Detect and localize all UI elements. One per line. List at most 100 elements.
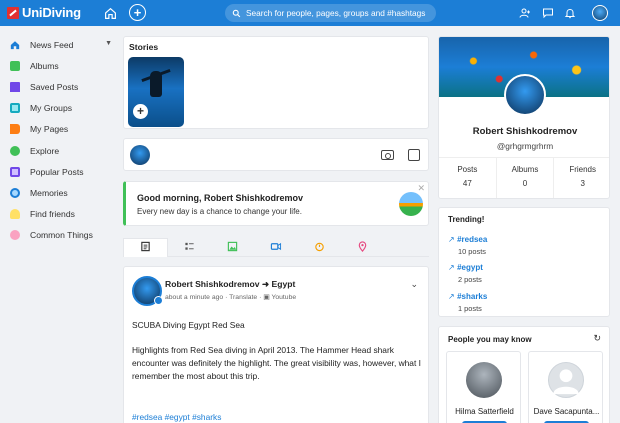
sidebar-item-label: Albums: [30, 60, 59, 71]
trending-count: 10 posts: [458, 247, 486, 256]
post-options-chevron-icon[interactable]: ⌄: [410, 279, 418, 290]
sidebar-item-albums[interactable]: Albums: [0, 55, 120, 76]
avatar[interactable]: [548, 362, 584, 398]
sidebar-item-saved-posts[interactable]: Saved Posts: [0, 76, 120, 97]
stat-label: Albums: [511, 165, 539, 174]
arrow-right-icon: ➜: [261, 279, 270, 289]
document-icon: [10, 166, 20, 177]
trending-item[interactable]: ↗ #redsea 10 posts: [448, 234, 487, 256]
friend-requests-icon[interactable]: [517, 5, 533, 21]
sidebar-item-label: News Feed: [30, 39, 74, 50]
tab-location[interactable]: [357, 241, 369, 253]
post-body-line: encounter was definitely the highlight. …: [132, 358, 421, 368]
trending-item[interactable]: ↗ #sharks 1 posts: [448, 291, 487, 313]
sidebar-item-my-pages[interactable]: My Pages: [0, 119, 120, 140]
sticker-icon[interactable]: [408, 149, 420, 161]
tab-photo[interactable]: [227, 241, 239, 253]
story-thumbnail[interactable]: +: [128, 57, 184, 127]
stories-card: Stories +: [123, 36, 429, 129]
stat-albums[interactable]: Albums 0: [497, 158, 555, 198]
sidebar-item-label: Find friends: [30, 209, 75, 220]
sidebar-item-popular-posts[interactable]: Popular Posts: [0, 161, 120, 182]
post-composer[interactable]: [123, 138, 429, 171]
stat-value: 0: [522, 179, 528, 188]
refresh-icon[interactable]: ↻: [593, 333, 601, 344]
trending-up-icon: ↗: [448, 263, 455, 272]
flag-icon: [10, 124, 20, 135]
close-icon[interactable]: ✕: [417, 183, 425, 194]
image-icon: [10, 60, 20, 71]
sidebar-item-explore[interactable]: Explore: [0, 140, 120, 161]
trending-tag[interactable]: #redsea: [457, 235, 487, 244]
post-body-line: remember the most about this trip.: [132, 371, 260, 381]
tab-poll[interactable]: [314, 241, 326, 253]
stories-title: Stories: [129, 42, 159, 52]
stat-value: 3: [580, 179, 585, 188]
sidebar-item-label: Common Things: [30, 230, 93, 241]
suggested-person-card[interactable]: Dave Sacapunta...: [528, 351, 603, 423]
sidebar-item-my-groups[interactable]: My Groups: [0, 98, 120, 119]
text-post-icon: [141, 241, 150, 252]
post-author-name[interactable]: Robert Shishkodremov: [165, 279, 260, 289]
trending-count: 2 posts: [458, 275, 482, 284]
trending-tag[interactable]: #sharks: [457, 292, 487, 301]
sidebar-item-memories[interactable]: Memories: [0, 182, 120, 203]
trending-item[interactable]: ↗ #egypt 2 posts: [448, 262, 483, 284]
sidebar-item-label: Explore: [30, 145, 60, 156]
meta-separator: ·: [259, 294, 262, 301]
people-title: People you may know: [448, 335, 532, 344]
sidebar-item-news-feed[interactable]: News Feed ▼: [0, 34, 120, 55]
tab-checklist[interactable]: [184, 241, 196, 253]
create-post-icon[interactable]: +: [129, 4, 146, 21]
messages-icon[interactable]: [540, 5, 556, 21]
search-input[interactable]: Search for people, pages, groups and #ha…: [225, 4, 436, 22]
suggested-person-name[interactable]: Dave Sacapunta...: [529, 407, 604, 416]
profile-stats: Posts 47 Albums 0 Friends 3: [439, 157, 609, 198]
post-time: about a minute ago: [165, 294, 224, 301]
trending-tag[interactable]: #egypt: [457, 263, 483, 272]
bookmark-icon: [10, 81, 20, 92]
profile-avatar[interactable]: [504, 74, 546, 116]
checklist-icon: [185, 242, 194, 250]
post-type-tabs: [123, 238, 429, 257]
translate-link[interactable]: Translate: [229, 294, 257, 301]
top-navigation-bar: UniDiving + Search for people, pages, gr…: [0, 0, 620, 26]
post-author-line[interactable]: Robert Shishkodremov ➜ Egypt: [165, 279, 295, 290]
avatar[interactable]: [466, 362, 502, 398]
sidebar-item-find-friends[interactable]: Find friends: [0, 204, 120, 225]
stat-posts[interactable]: Posts 47: [439, 158, 497, 198]
post-body-line: Highlights from Red Sea diving in April …: [132, 345, 394, 355]
post-source: Youtube: [271, 294, 297, 301]
trending-up-icon: ↗: [448, 235, 455, 244]
tab-text-post[interactable]: [140, 241, 152, 253]
suggested-person-card[interactable]: Hilma Satterfield: [446, 351, 521, 423]
profile-name[interactable]: Robert Shishkodremov: [439, 126, 609, 137]
profile-handle: @grhgrmgrhrm: [496, 141, 554, 151]
app-logo[interactable]: UniDiving: [7, 5, 81, 20]
camera-icon[interactable]: [381, 150, 394, 160]
search-placeholder: Search for people, pages, groups and #ha…: [246, 8, 426, 18]
stat-friends[interactable]: Friends 3: [554, 158, 609, 198]
left-sidebar: News Feed ▼ Albums Saved Posts My Groups…: [0, 34, 120, 246]
home-icon: [10, 40, 20, 49]
user-avatar[interactable]: [592, 5, 608, 21]
video-icon: [270, 242, 282, 251]
chevron-down-icon[interactable]: ▼: [105, 40, 112, 47]
trending-count: 1 posts: [458, 304, 482, 313]
post-target[interactable]: Egypt: [272, 279, 296, 289]
sidebar-item-label: My Pages: [30, 124, 69, 135]
landscape-illustration: [399, 192, 423, 216]
home-icon[interactable]: [102, 5, 118, 21]
feed-post: Robert Shishkodremov ➜ Egypt about a min…: [123, 266, 429, 423]
greeting-title: Good morning, Robert Shishkodremov: [137, 193, 304, 203]
notifications-icon[interactable]: [562, 5, 578, 21]
pills-icon: [10, 230, 20, 241]
tab-video[interactable]: [270, 241, 282, 253]
sidebar-item-label: Memories: [30, 187, 68, 198]
sidebar-item-label: Popular Posts: [30, 166, 84, 177]
sidebar-item-common-things[interactable]: Common Things: [0, 225, 120, 246]
compass-icon: [10, 145, 20, 156]
post-hashtags[interactable]: #redsea #egypt #sharks: [132, 412, 221, 422]
suggested-person-name[interactable]: Hilma Satterfield: [447, 407, 522, 416]
add-story-icon[interactable]: +: [133, 104, 148, 119]
